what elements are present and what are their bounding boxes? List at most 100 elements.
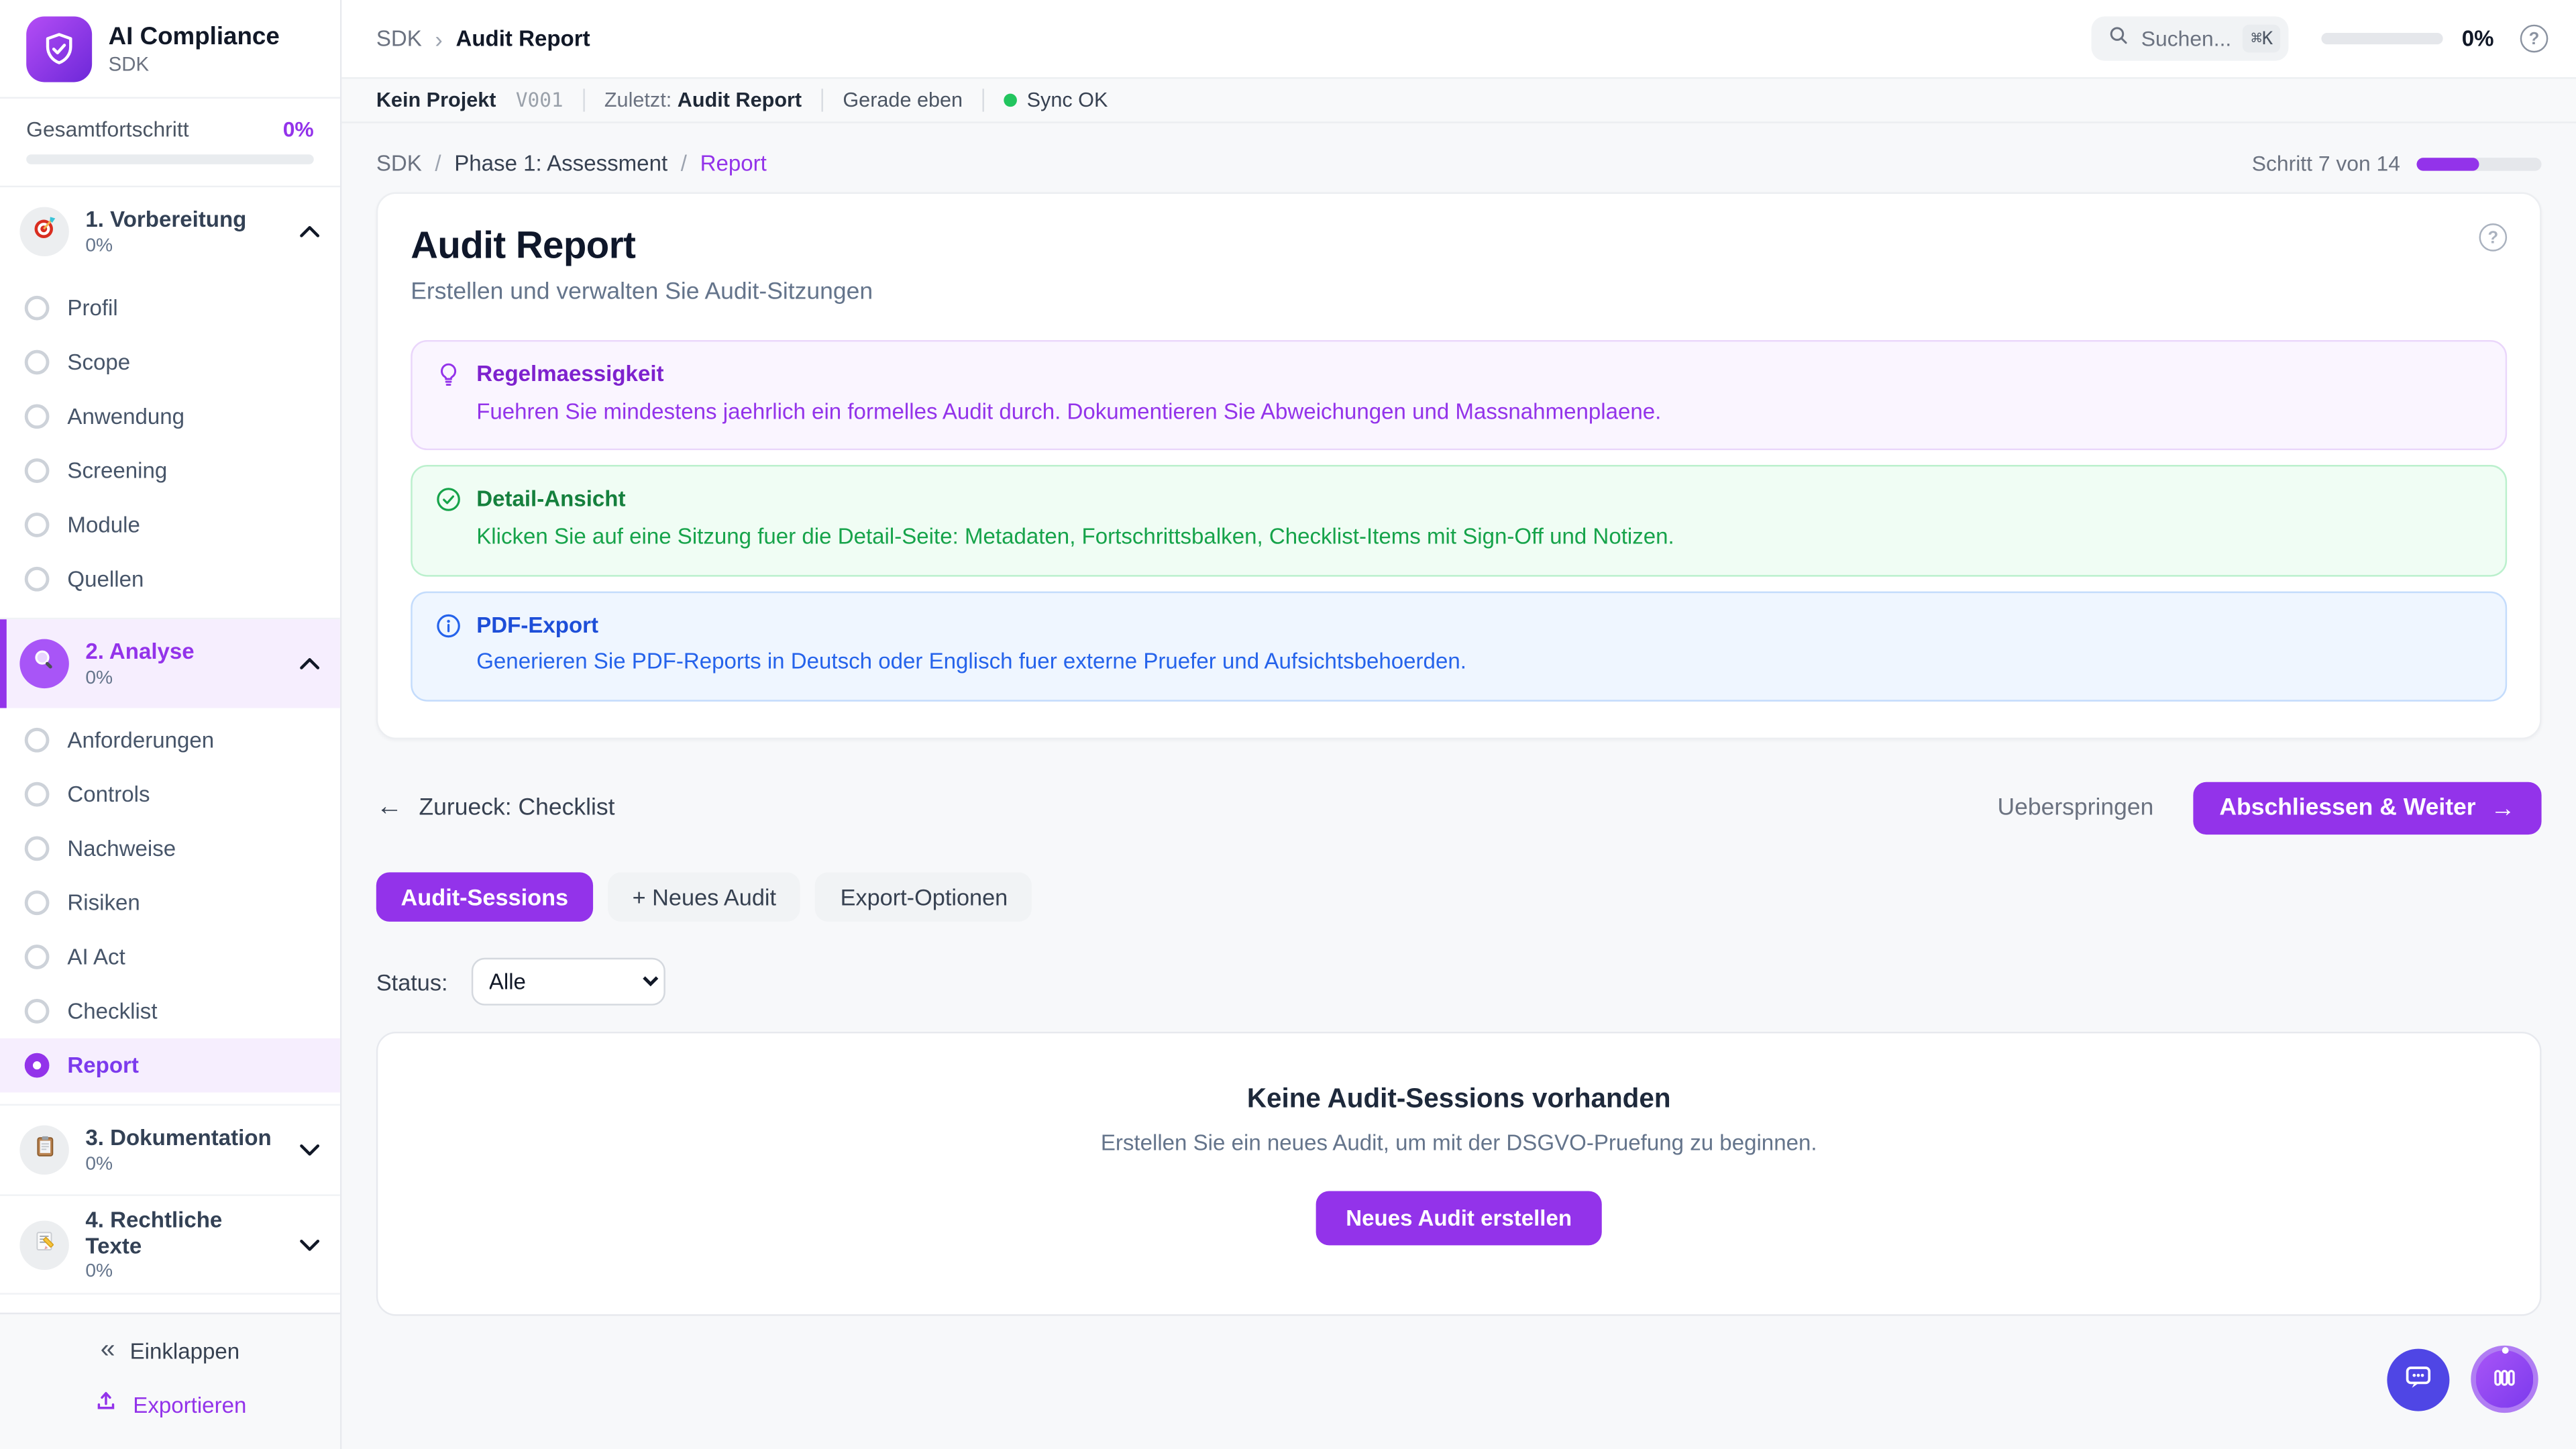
columns-icon xyxy=(2489,1361,2520,1397)
memo-icon xyxy=(32,1228,57,1261)
sidebar-section-header[interactable]: 1. Vorbereitung 0% xyxy=(0,187,340,276)
info-box-title: Regelmaessigkeit xyxy=(476,360,1661,388)
sidebar-section-header[interactable]: 5. Betrieb 0% xyxy=(0,1295,340,1313)
step-progress-bar xyxy=(2416,157,2541,170)
step-status-icon xyxy=(25,837,50,861)
wizard-nav-row: ← Zurueck: Checklist Ueberspringen Absch… xyxy=(376,782,2542,835)
sidebar-item[interactable]: Quellen xyxy=(0,552,340,606)
help-icon[interactable]: ? xyxy=(2520,25,2548,53)
sidebar-section-header[interactable]: 3. Dokumentation 0% xyxy=(0,1106,340,1194)
arrow-right-icon: → xyxy=(2491,796,2516,821)
last-saved-time: Gerade eben xyxy=(843,89,963,111)
header-progress-bar xyxy=(2322,33,2444,44)
breadcrumb: SDK › Audit Report xyxy=(376,25,590,52)
sidebar-item[interactable]: Module xyxy=(0,498,340,552)
sidebar-section-header[interactable]: 2. Analyse 0% xyxy=(0,619,340,708)
tab[interactable]: Export-Optionen xyxy=(816,873,1032,922)
sidebar-item[interactable]: Report xyxy=(0,1038,340,1093)
app-title: AI Compliance xyxy=(109,23,280,51)
last-visited-value: Audit Report xyxy=(678,89,802,111)
sidebar-item[interactable]: Anforderungen xyxy=(0,713,340,767)
version-badge: V001 xyxy=(516,89,564,111)
search-placeholder: Suchen... xyxy=(2141,26,2232,51)
sidebar-item[interactable]: Anwendung xyxy=(0,389,340,443)
sidebar-item-label: Checklist xyxy=(67,999,157,1024)
chevron-icon xyxy=(299,225,321,239)
empty-state-title: Keine Audit-Sessions vorhanden xyxy=(1247,1085,1671,1116)
step-status-icon xyxy=(25,296,50,321)
sync-status: Sync OK xyxy=(1004,89,1108,111)
sidebar-item[interactable]: AI Act xyxy=(0,930,340,984)
status-filter-select[interactable]: Alle xyxy=(471,959,665,1006)
keyboard-shortcut-badge: ⌘K xyxy=(2243,25,2281,53)
lightbulb-icon xyxy=(435,360,464,427)
sidebar-item[interactable]: Checklist xyxy=(0,984,340,1038)
columns-panel-button[interactable] xyxy=(2471,1346,2538,1413)
breadcrumb-current: Audit Report xyxy=(455,26,590,51)
sidebar-item-label: Module xyxy=(67,513,140,537)
tab[interactable]: Audit-Sessions xyxy=(376,873,593,922)
section-percent: 0% xyxy=(85,1263,282,1282)
skip-button[interactable]: Ueberspringen xyxy=(1981,786,2170,832)
search-input[interactable]: Suchen... ⌘K xyxy=(2092,16,2289,60)
sidebar-item[interactable]: Profil xyxy=(0,281,340,335)
sidebar-item[interactable]: Nachweise xyxy=(0,821,340,875)
project-name: Kein Projekt xyxy=(376,89,496,111)
sidebar-item-label: AI Act xyxy=(67,945,125,969)
audit-report-card: Audit Report ? Erstellen und verwalten S… xyxy=(376,193,2542,740)
info-icon xyxy=(435,611,464,679)
chevron-icon xyxy=(299,1143,321,1157)
top-bar: SDK › Audit Report Suchen... ⌘K 0% ? xyxy=(341,0,2576,79)
section-title: 3. Dokumentation xyxy=(85,1126,271,1153)
step-status-icon xyxy=(25,1053,50,1078)
chevron-right-icon: › xyxy=(435,25,442,52)
overall-progress-bar xyxy=(26,154,314,164)
back-button[interactable]: ← Zurueck: Checklist xyxy=(376,796,615,822)
divider xyxy=(583,89,584,111)
step-status-icon xyxy=(25,513,50,537)
sidebar-section: 3. Dokumentation 0% xyxy=(0,1106,340,1196)
app-window: AI Compliance SDK Gesamtfortschritt 0% xyxy=(0,0,2576,1449)
tab[interactable]: + Neues Audit xyxy=(608,873,801,922)
info-box: PDF-Export Generieren Sie PDF-Reports in… xyxy=(411,591,2507,702)
sidebar-item[interactable]: Risiken xyxy=(0,875,340,930)
upload-icon xyxy=(94,1388,119,1421)
info-box-body: Fuehren Sie mindestens jaehrlich ein for… xyxy=(476,397,1661,428)
overall-progress-value: 0% xyxy=(283,117,314,142)
info-box-title: Detail-Ansicht xyxy=(476,486,1674,515)
sidebar-item-label: Scope xyxy=(67,350,130,375)
step-status-icon xyxy=(25,728,50,753)
section-title: 4. Rechtliche Texte xyxy=(85,1208,282,1260)
sidebar-item[interactable]: Scope xyxy=(0,335,340,390)
sidebar-item[interactable]: Screening xyxy=(0,443,340,498)
card-help-icon[interactable]: ? xyxy=(2479,223,2508,252)
sidebar-item-label: Anwendung xyxy=(67,404,184,429)
section-percent: 0% xyxy=(85,1155,271,1174)
export-button[interactable]: Exportieren xyxy=(94,1388,247,1421)
status-filter-label: Status: xyxy=(376,969,448,995)
sidebar-item[interactable]: Controls xyxy=(0,767,340,822)
main-area: SDK › Audit Report Suchen... ⌘K 0% ? xyxy=(341,0,2576,1449)
breadcrumb-sdk[interactable]: SDK xyxy=(376,26,422,51)
sidebar: AI Compliance SDK Gesamtfortschritt 0% xyxy=(0,0,341,1449)
step-status-icon xyxy=(25,404,50,429)
floating-buttons xyxy=(2387,1346,2538,1413)
chat-button[interactable] xyxy=(2387,1348,2449,1410)
overall-progress-label: Gesamtfortschritt xyxy=(26,117,189,142)
page-title: Audit Report xyxy=(411,223,635,268)
empty-state-subtitle: Erstellen Sie ein neues Audit, um mit de… xyxy=(1101,1131,1817,1156)
page-breadcrumb-sdk[interactable]: SDK xyxy=(376,151,422,176)
app-subtitle: SDK xyxy=(109,53,280,76)
sidebar-item-label: Nachweise xyxy=(67,837,176,861)
sidebar-section-header[interactable]: 4. Rechtliche Texte 0% xyxy=(0,1196,340,1293)
step-status-icon xyxy=(25,890,50,915)
info-box-title: PDF-Export xyxy=(476,611,1466,640)
page-breadcrumb-phase[interactable]: Phase 1: Assessment xyxy=(454,151,667,176)
collapse-sidebar-button[interactable]: « Einklappen xyxy=(101,1337,239,1363)
create-audit-button[interactable]: Neues Audit erstellen xyxy=(1316,1191,1601,1246)
step-status-icon xyxy=(25,782,50,807)
sidebar-sections: 1. Vorbereitung 0% Profil xyxy=(0,186,340,1313)
complete-next-button[interactable]: Abschliessen & Weiter → xyxy=(2193,782,2541,835)
arrow-left-icon: ← xyxy=(376,796,402,822)
sidebar-item-label: Screening xyxy=(67,458,167,483)
